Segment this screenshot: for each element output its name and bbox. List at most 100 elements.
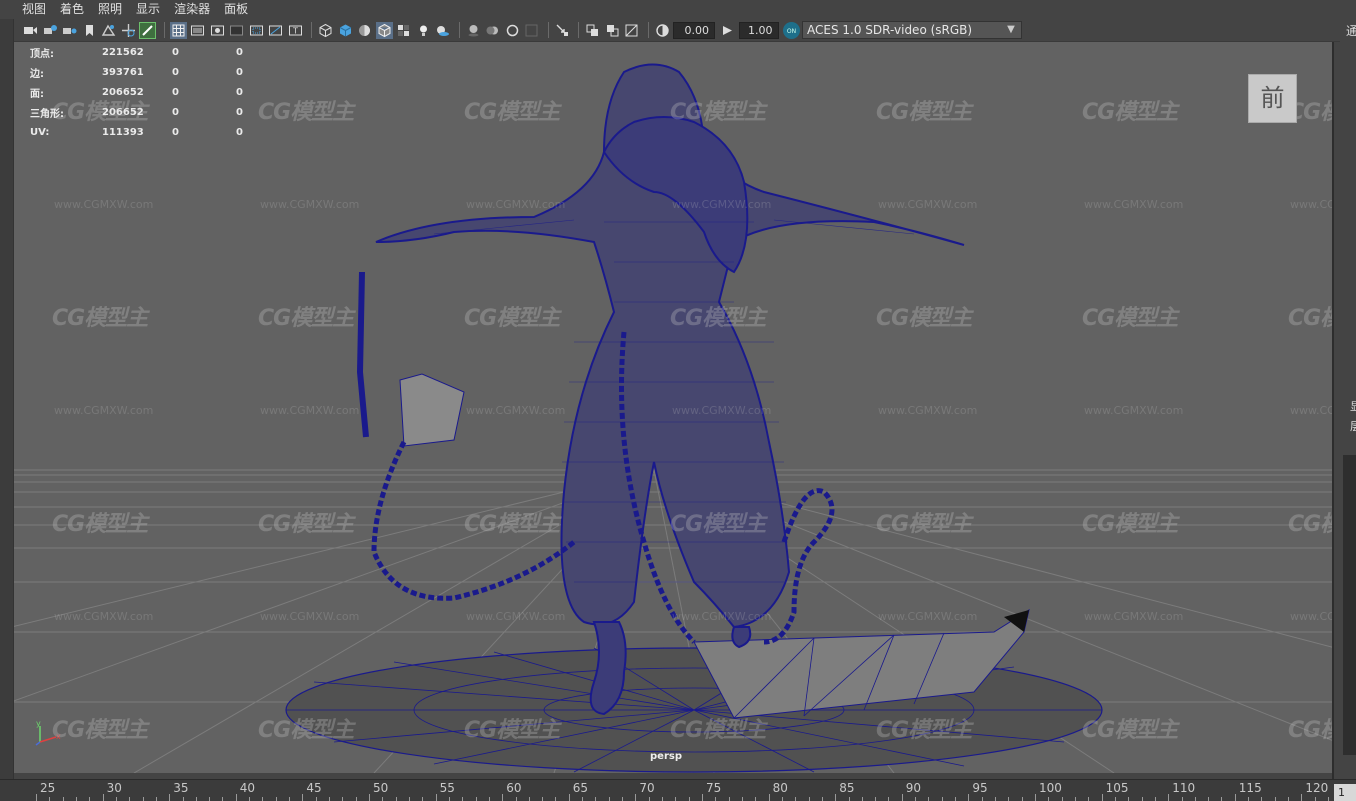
film-gate-icon[interactable]	[189, 22, 206, 39]
menu-show[interactable]: 显示	[136, 0, 160, 19]
image-plane-icon[interactable]	[100, 22, 117, 39]
timeline-tick	[1221, 797, 1223, 801]
screen-space-ao-icon[interactable]	[465, 22, 482, 39]
camera-attributes-icon[interactable]	[42, 22, 59, 39]
menu-renderer[interactable]: 渲染器	[174, 0, 210, 19]
use-all-lights-icon[interactable]	[415, 22, 432, 39]
safe-action-icon[interactable]	[267, 22, 284, 39]
hud-value: 0	[236, 106, 243, 118]
toolbar-separator	[311, 22, 312, 38]
hud-row-faces: 面: 206652 0 0	[30, 82, 256, 102]
timeline-tick	[702, 794, 703, 801]
timeline-tick	[329, 797, 331, 801]
move-tool-icon[interactable]	[120, 22, 137, 39]
timeline-tick	[728, 797, 730, 801]
smooth-shade-icon[interactable]	[337, 22, 354, 39]
toolbar-separator	[458, 22, 460, 38]
wireframe-icon[interactable]	[317, 22, 334, 39]
viewport-toolbar: T 0.00 1.00 ON ACES 1.0 SDR-video (sRGB)…	[0, 19, 1340, 42]
wireframe-on-shaded-icon[interactable]	[375, 21, 393, 39]
timeline-tick	[262, 797, 264, 801]
timeline-tick	[848, 797, 850, 801]
gamma-field[interactable]: 1.00	[738, 21, 779, 39]
xray-joints-icon[interactable]	[604, 22, 621, 39]
gamma-icon[interactable]	[719, 22, 736, 39]
isolate-select-icon[interactable]	[554, 22, 571, 39]
timeline-tick	[502, 794, 504, 801]
timeline-tick	[1074, 797, 1076, 801]
timeline-tick	[395, 797, 397, 801]
bookmark-icon[interactable]	[81, 22, 98, 39]
timeline-tick	[755, 797, 757, 801]
timeline-tick	[1048, 797, 1050, 801]
current-frame-field[interactable]: 1	[1334, 784, 1356, 801]
right-panel-scrollbar[interactable]	[1343, 455, 1356, 755]
menu-panels[interactable]: 面板	[224, 0, 248, 19]
timeline-tick-label: 75	[706, 781, 722, 795]
menu-lighting[interactable]: 照明	[98, 0, 122, 19]
gate-mask-icon[interactable]	[228, 22, 245, 39]
3d-viewport-persp[interactable]: y x CG模型主 www.CGMXW.com CG模型主 www.CGMXW.com…	[14, 42, 1332, 773]
backface-culling-icon[interactable]	[623, 22, 640, 39]
timeline-tick	[275, 797, 277, 801]
timeline-tick	[622, 797, 624, 801]
exposure-field[interactable]: 0.00	[673, 21, 715, 39]
hud-value: 0	[236, 46, 243, 58]
shadows-icon[interactable]	[434, 22, 451, 39]
timeline-tick	[941, 797, 943, 801]
timeline-tick	[688, 797, 690, 801]
hud-value: 0	[172, 126, 179, 138]
character-mesh[interactable]	[356, 63, 965, 716]
menu-shading[interactable]: 着色	[60, 0, 84, 19]
view-cube-front[interactable]: 前	[1248, 74, 1297, 123]
textured-icon[interactable]	[395, 22, 412, 39]
timeline-tick	[582, 797, 584, 801]
timeline-tick	[981, 797, 983, 801]
right-panel-header[interactable]: 通	[1346, 22, 1356, 39]
timeline-tick	[1248, 797, 1250, 801]
timeline-tick	[195, 797, 197, 801]
timeline-tick	[1314, 797, 1316, 801]
timeline-tick-label: 95	[972, 781, 988, 795]
resolution-gate-icon[interactable]	[209, 22, 226, 39]
time-slider[interactable]: 25 30 35 40 45 50 55 60 65 70 75 80 85 90 95 100 105 110 1…	[0, 779, 1356, 801]
field-chart-icon[interactable]	[248, 22, 265, 39]
hud-value: 206652	[102, 86, 144, 98]
timeline-tick	[182, 797, 184, 801]
grid-icon[interactable]	[169, 21, 187, 39]
menu-view[interactable]: 视图	[22, 0, 46, 19]
timeline-tick	[1234, 794, 1236, 801]
motion-blur-icon[interactable]	[484, 22, 501, 39]
timeline-tick	[1181, 797, 1183, 801]
hud-row-edges: 边: 393761 0 0	[30, 62, 256, 82]
timeline-tick	[1288, 797, 1290, 801]
svg-text:T: T	[292, 26, 298, 35]
timeline-tick	[302, 794, 304, 801]
scene-canvas[interactable]: y x	[14, 42, 1332, 773]
timeline-tick-label: 80	[772, 781, 788, 795]
xray-icon[interactable]	[584, 22, 601, 39]
default-material-icon[interactable]	[356, 22, 373, 39]
timeline-tick	[1194, 797, 1196, 801]
timeline-tick	[422, 797, 424, 801]
camera-name-label: persp	[650, 751, 682, 762]
camera-bookmark-icon[interactable]	[61, 22, 78, 39]
right-panel-layer-tab[interactable]: 层	[1350, 418, 1356, 434]
right-panel-display-tab[interactable]: 显	[1350, 398, 1356, 414]
timeline-tick-label: 115	[1238, 781, 1262, 795]
safe-title-icon[interactable]: T	[287, 22, 304, 39]
timeline-tick	[555, 797, 557, 801]
timeline-tick	[741, 797, 743, 801]
timeline-tick	[1101, 794, 1103, 801]
timeline-tick	[49, 797, 51, 801]
color-space-dropdown[interactable]: ACES 1.0 SDR-video (sRGB) ▼	[802, 21, 1022, 39]
timeline-tick	[289, 797, 291, 801]
hud-value: 111393	[102, 126, 144, 138]
depth-of-field-icon[interactable]	[523, 22, 540, 39]
grease-pencil-icon[interactable]	[139, 21, 156, 39]
anti-aliasing-icon[interactable]	[504, 22, 521, 39]
camera-select-icon[interactable]	[22, 22, 39, 39]
exposure-icon[interactable]	[654, 22, 671, 39]
color-management-icon[interactable]: ON	[782, 21, 800, 39]
timeline-tick	[475, 797, 477, 801]
